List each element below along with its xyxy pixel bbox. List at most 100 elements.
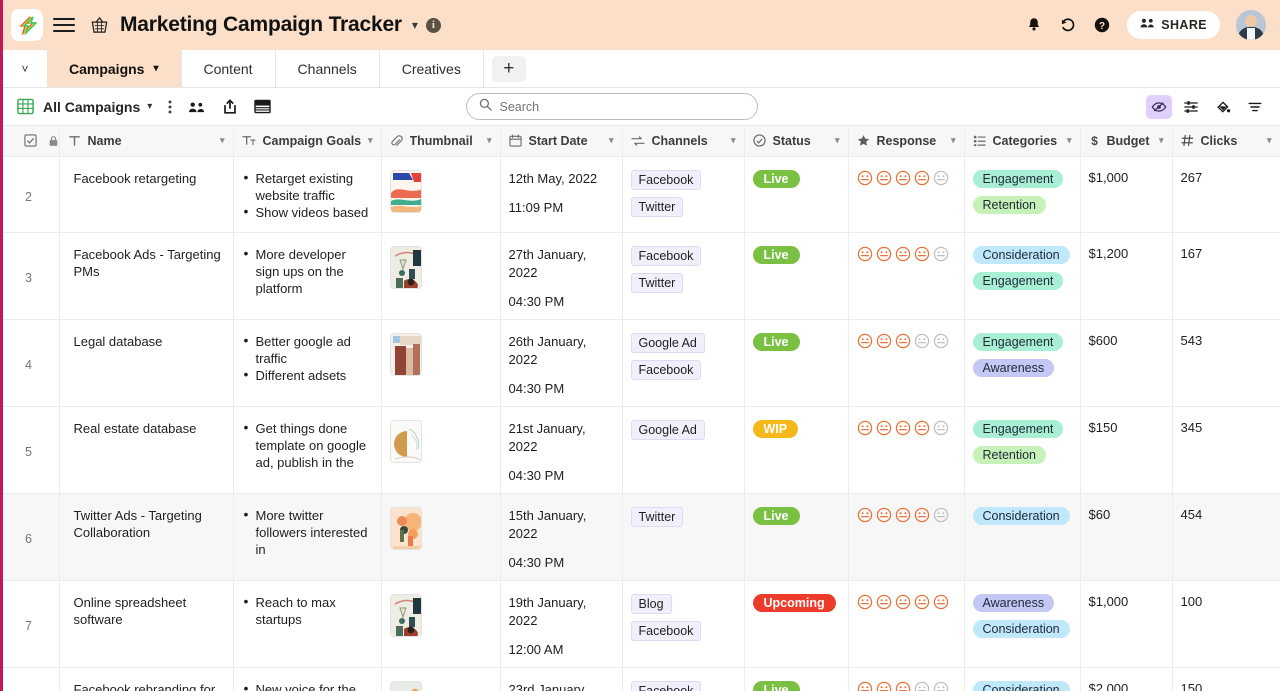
rating-smileys[interactable]: [857, 246, 956, 262]
cell-categories[interactable]: Engagement Retention: [964, 406, 1081, 494]
cell-budget[interactable]: $1,000: [1080, 580, 1173, 668]
grid-view-icon[interactable]: [17, 98, 34, 115]
channel-tag[interactable]: Twitter: [630, 196, 684, 217]
cell-budget[interactable]: $600: [1080, 319, 1173, 407]
cell-name[interactable]: Legal database: [59, 319, 234, 407]
cell-clicks[interactable]: 267: [1172, 156, 1280, 233]
cell-status[interactable]: Live: [744, 319, 849, 407]
rating-smileys[interactable]: [857, 594, 956, 610]
checkbox-icon[interactable]: [24, 134, 37, 147]
cell-channels[interactable]: Google Ad Facebook: [622, 319, 745, 407]
cell-response[interactable]: [848, 580, 965, 668]
cell-thumbnail[interactable]: [381, 406, 501, 494]
cell-response[interactable]: [848, 319, 965, 407]
rating-smileys[interactable]: [857, 420, 956, 436]
cell-campaign-goals[interactable]: Get things done template on google ad, p…: [233, 406, 382, 494]
thumbnail-image[interactable]: [389, 419, 422, 463]
column-header-name[interactable]: Name ▾: [59, 126, 234, 157]
status-badge[interactable]: Live: [752, 245, 800, 264]
channel-tag[interactable]: Facebook: [630, 359, 702, 380]
category-tag[interactable]: Consideration: [972, 619, 1070, 638]
table-row[interactable]: 2Facebook retargetingRetarget existing w…: [3, 156, 1280, 233]
app-logo-icon[interactable]: [11, 9, 43, 41]
thumbnail-image[interactable]: [389, 506, 422, 550]
cell-thumbnail[interactable]: [381, 156, 501, 233]
kebab-menu-icon[interactable]: [168, 99, 172, 115]
chevron-down-icon[interactable]: ▾: [153, 63, 158, 74]
chevron-down-icon[interactable]: ▾: [487, 135, 492, 146]
cell-clicks[interactable]: 100: [1172, 580, 1280, 668]
rating-smileys[interactable]: [857, 507, 956, 523]
cell-name[interactable]: Facebook retargeting: [59, 156, 234, 233]
channel-tag[interactable]: Twitter: [630, 506, 684, 527]
cell-start-date[interactable]: 23rd January, 202204:30 PM: [500, 667, 623, 691]
chevron-down-icon[interactable]: ▾: [1159, 135, 1164, 146]
column-header-clicks[interactable]: Clicks ▾: [1172, 126, 1280, 157]
cell-name[interactable]: Real estate database: [59, 406, 234, 494]
status-badge[interactable]: WIP: [752, 419, 799, 438]
data-grid[interactable]: Name ▾ Campaign Goals ▾ Thumbnail ▾ Star…: [3, 126, 1280, 691]
cell-start-date[interactable]: 12th May, 2022 11:09 PM: [500, 156, 623, 233]
cell-budget[interactable]: $1,200: [1080, 232, 1173, 320]
status-badge[interactable]: Live: [752, 506, 800, 525]
cell-channels[interactable]: Twitter: [622, 493, 745, 581]
cell-clicks[interactable]: 543: [1172, 319, 1280, 407]
cell-name[interactable]: Twitter Ads - Targeting Collaboration: [59, 493, 234, 581]
search-box[interactable]: [465, 93, 758, 120]
cell-name[interactable]: Facebook rebranding for teams: [59, 667, 234, 691]
column-header-status[interactable]: Status ▾: [744, 126, 849, 157]
category-tag[interactable]: Engagement: [972, 271, 1064, 290]
category-tag[interactable]: Consideration: [972, 680, 1070, 691]
cell-status[interactable]: Upcoming: [744, 580, 849, 668]
rating-smileys[interactable]: [857, 681, 956, 691]
hamburger-menu-icon[interactable]: [53, 14, 75, 36]
info-icon[interactable]: i: [425, 17, 441, 33]
add-tab-button[interactable]: +: [491, 55, 526, 82]
table-row[interactable]: 6Twitter Ads - Targeting CollaborationMo…: [3, 493, 1280, 581]
table-row[interactable]: 5Real estate databaseGet things done tem…: [3, 406, 1280, 494]
rating-smileys[interactable]: [857, 170, 956, 186]
cell-campaign-goals[interactable]: New voice for the brand, have strong eng…: [233, 667, 382, 691]
column-header-response[interactable]: Response ▾: [848, 126, 965, 157]
header-select-lock[interactable]: [3, 126, 60, 157]
status-badge[interactable]: Upcoming: [752, 593, 836, 612]
category-tag[interactable]: Awareness: [972, 593, 1055, 612]
channel-tag[interactable]: Google Ad: [630, 419, 705, 440]
channel-tag[interactable]: Facebook: [630, 620, 702, 641]
cell-response[interactable]: [848, 493, 965, 581]
cell-categories[interactable]: Consideration: [964, 667, 1081, 691]
thumbnail-image[interactable]: [389, 245, 422, 289]
column-header-categories[interactable]: Categories ▾: [964, 126, 1081, 157]
channel-tag[interactable]: Blog: [630, 593, 672, 614]
status-badge[interactable]: Live: [752, 680, 800, 691]
history-icon[interactable]: [1059, 16, 1077, 34]
cell-budget[interactable]: $150: [1080, 406, 1173, 494]
cell-status[interactable]: Live: [744, 156, 849, 233]
chevron-down-icon[interactable]: ▾: [731, 135, 736, 146]
share-button[interactable]: SHARE: [1127, 11, 1220, 39]
category-tag[interactable]: Engagement: [972, 419, 1064, 438]
cell-channels[interactable]: Facebook Twitter: [622, 156, 745, 233]
thumbnail-image[interactable]: [389, 593, 422, 637]
cell-clicks[interactable]: 345: [1172, 406, 1280, 494]
table-row[interactable]: 7Online spreadsheet softwareReach to max…: [3, 580, 1280, 668]
cell-channels[interactable]: Blog Facebook: [622, 580, 745, 668]
snapshot-icon[interactable]: [254, 99, 271, 114]
chevron-down-icon[interactable]: ▾: [609, 135, 614, 146]
thumbnail-image[interactable]: [389, 169, 422, 213]
cell-clicks[interactable]: 454: [1172, 493, 1280, 581]
chevron-down-icon[interactable]: ▾: [220, 135, 225, 146]
chevron-down-icon[interactable]: ▾: [1067, 135, 1072, 146]
rating-smileys[interactable]: [857, 333, 956, 349]
cell-start-date[interactable]: 15th January, 2022 04:30 PM: [500, 493, 623, 581]
collaborators-icon[interactable]: [188, 100, 206, 114]
category-tag[interactable]: Engagement: [972, 169, 1064, 188]
channel-tag[interactable]: Twitter: [630, 272, 684, 293]
view-name-label[interactable]: All Campaigns: [43, 99, 140, 115]
cell-thumbnail[interactable]: [381, 580, 501, 668]
category-tag[interactable]: Consideration: [972, 245, 1070, 264]
cell-budget[interactable]: $2,000: [1080, 667, 1173, 691]
table-row[interactable]: 3Facebook Ads - Targeting PMsMore develo…: [3, 232, 1280, 320]
cell-categories[interactable]: Consideration: [964, 493, 1081, 581]
cell-campaign-goals[interactable]: More twitter followers interested in: [233, 493, 382, 581]
